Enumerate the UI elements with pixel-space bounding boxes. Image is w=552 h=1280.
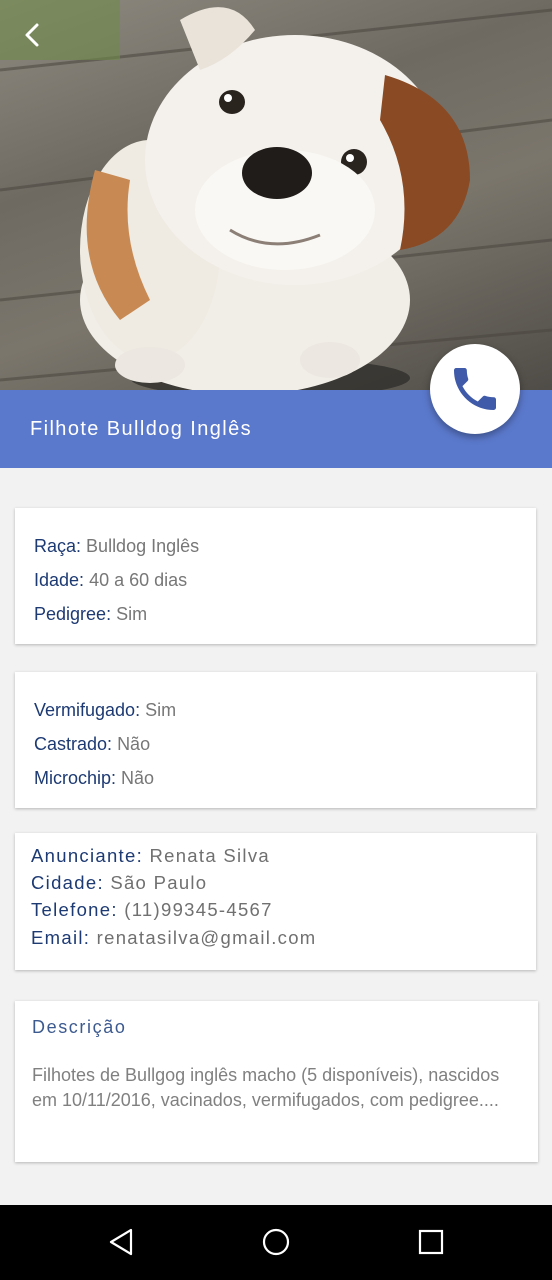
email-label: Email	[31, 927, 84, 948]
call-button[interactable]	[430, 344, 520, 434]
square-recents-icon	[418, 1229, 444, 1255]
breed-info-card: Raça: Bulldog Inglês Idade: 40 a 60 dias…	[15, 508, 536, 644]
anunciante-value: Renata Silva	[149, 845, 270, 866]
pedigree-label: Pedigree	[34, 604, 107, 624]
idade-value: 40 a 60 dias	[89, 570, 188, 590]
pedigree-value: Sim	[116, 604, 148, 624]
raca-row: Raça: Bulldog Inglês	[34, 536, 200, 556]
anunciante-row: Anunciante: Renata Silva	[31, 845, 270, 866]
anunciante-label: Anunciante	[31, 845, 137, 866]
puppy-photo	[0, 0, 552, 392]
nav-home-button[interactable]	[256, 1222, 296, 1262]
pedigree-row: Pedigree: Sim	[34, 604, 148, 624]
cidade-row: Cidade: São Paulo	[31, 872, 208, 893]
castrado-label: Castrado	[34, 734, 108, 754]
phone-icon	[454, 368, 496, 410]
telefone-label: Telefone	[31, 899, 112, 920]
raca-value: Bulldog Inglês	[86, 536, 200, 556]
email-row[interactable]: Email: renatasilva@gmail.com	[31, 927, 317, 949]
nav-back-button[interactable]	[101, 1222, 141, 1262]
castrado-value: Não	[117, 734, 151, 754]
microchip-value: Não	[121, 768, 155, 788]
description-text: Filhotes de Bullgog inglês macho (5 disp…	[32, 1065, 500, 1110]
vermifugado-value: Sim	[145, 700, 177, 720]
vermifugado-row: Vermifugado: Sim	[34, 700, 177, 720]
microchip-label: Microchip	[34, 768, 112, 788]
triangle-back-icon	[109, 1228, 133, 1256]
raca-label: Raça	[34, 536, 77, 556]
vermifugado-label: Vermifugado	[34, 700, 136, 720]
circle-home-icon	[262, 1228, 290, 1256]
advertiser-card: Anunciante: Renata Silva Cidade: São Pau…	[15, 833, 536, 970]
telefone-row[interactable]: Telefone: (11)99345-4567	[31, 899, 273, 921]
telefone-value[interactable]: (11)99345-4567	[124, 899, 273, 920]
nav-recents-button[interactable]	[411, 1222, 451, 1262]
microchip-row: Microchip: Não	[34, 768, 155, 788]
description-heading: Descrição	[32, 1017, 127, 1037]
castrado-row: Castrado: Não	[34, 734, 151, 754]
email-value[interactable]: renatasilva@gmail.com	[97, 927, 317, 948]
description-card: Descrição Filhotes de Bullgog inglês mac…	[15, 1001, 538, 1162]
health-info-card: Vermifugado: Sim Castrado: Não Microchip…	[15, 672, 536, 808]
idade-row: Idade: 40 a 60 dias	[34, 570, 188, 590]
back-button[interactable]	[22, 22, 54, 56]
cidade-value: São Paulo	[110, 872, 208, 893]
listing-title: Filhote Bulldog Inglês	[30, 418, 253, 440]
chevron-left-icon	[25, 23, 39, 47]
idade-label: Idade	[34, 570, 80, 590]
cidade-label: Cidade	[31, 872, 98, 893]
